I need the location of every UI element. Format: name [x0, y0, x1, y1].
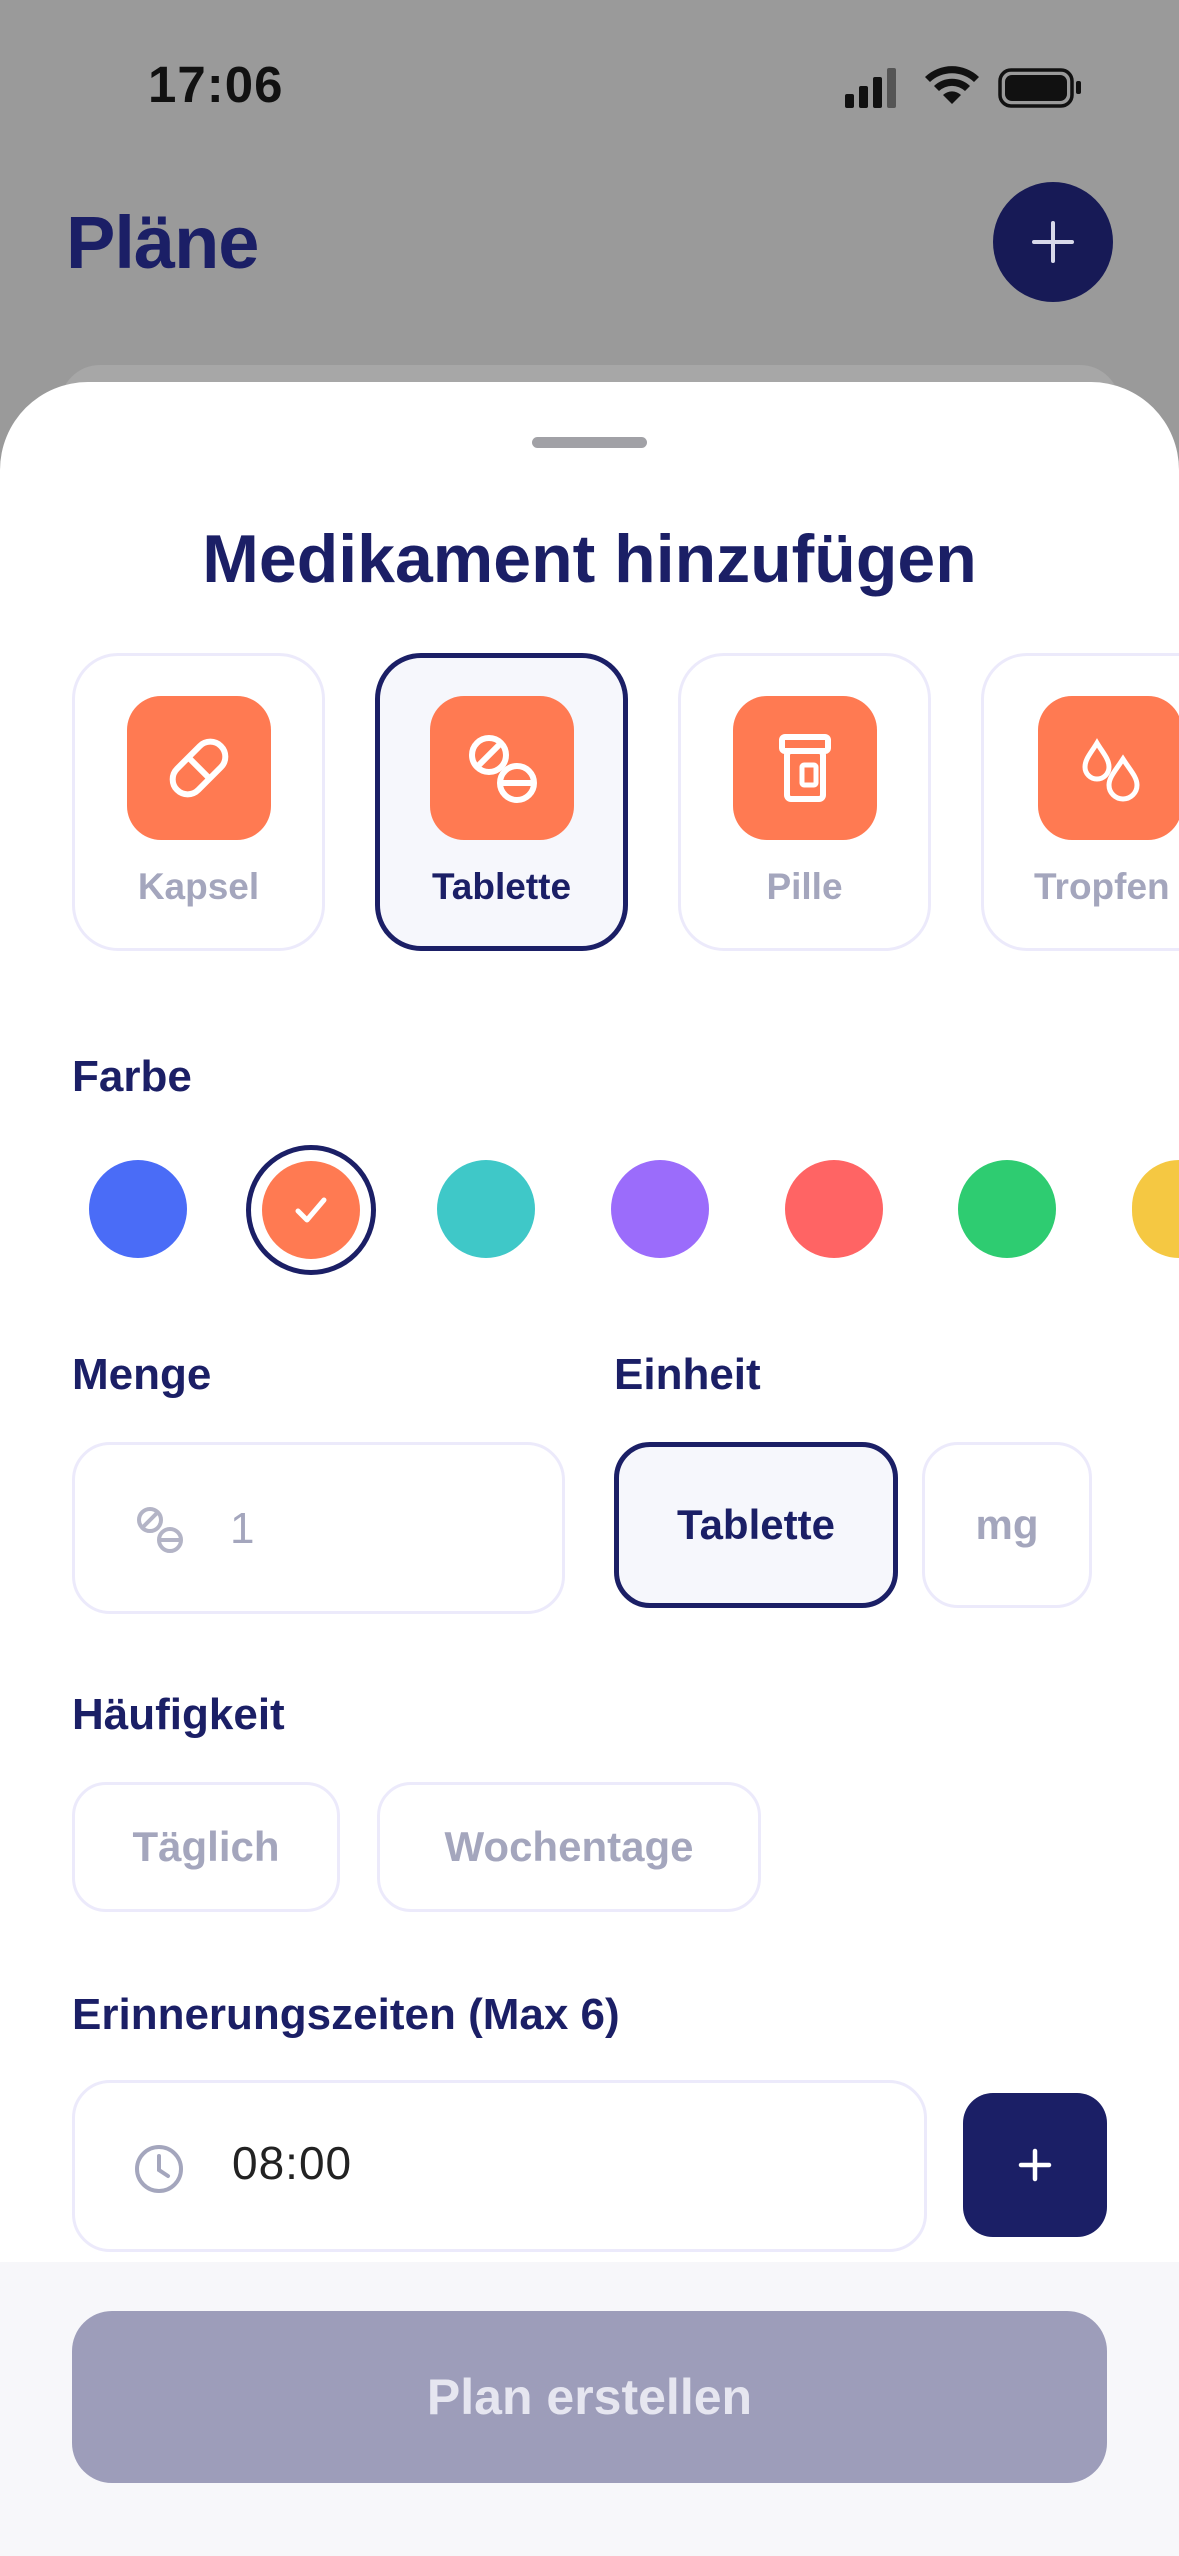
- color-swatch-purple[interactable]: [611, 1160, 709, 1258]
- color-swatch-red[interactable]: [785, 1160, 883, 1258]
- unit-label: Einheit: [614, 1350, 761, 1399]
- type-label: Pille: [766, 866, 843, 907]
- amount-label: Menge: [72, 1350, 212, 1399]
- color-swatch-blue[interactable]: [89, 1160, 187, 1258]
- add-plan-button[interactable]: [993, 182, 1113, 302]
- drops-icon: [1038, 696, 1179, 840]
- unit-button-tablette[interactable]: Tablette: [614, 1442, 898, 1608]
- unit-button-mg[interactable]: mg: [922, 1442, 1092, 1608]
- color-swatch-inner: [262, 1161, 360, 1259]
- type-card-tropfen[interactable]: Tropfen: [981, 653, 1179, 951]
- status-icons: [845, 64, 1085, 110]
- color-label: Farbe: [72, 1052, 192, 1101]
- type-label: Kapsel: [137, 866, 260, 907]
- signal-wifi-battery-icon: [845, 66, 1081, 108]
- add-reminder-button[interactable]: [963, 2093, 1107, 2237]
- reminder-time-field[interactable]: [72, 2080, 927, 2252]
- type-label: Tropfen: [1034, 866, 1170, 907]
- reminder-time-value: 08:00: [232, 2137, 353, 2189]
- type-label: Tablette: [431, 866, 572, 907]
- plus-icon: [1018, 2148, 1052, 2182]
- tablet-icon: [130, 1500, 190, 1560]
- capsule-icon: [126, 696, 271, 840]
- type-card-pille[interactable]: Pille: [678, 653, 931, 951]
- tablet-icon: [429, 696, 574, 840]
- pill-bottle-icon: [732, 696, 877, 840]
- reminder-label: Erinnerungszeiten (Max 6): [72, 1990, 620, 2039]
- sheet-title: Medikament hinzufügen: [202, 521, 977, 597]
- frequency-label: Häufigkeit: [72, 1690, 285, 1739]
- color-swatch-green[interactable]: [958, 1160, 1056, 1258]
- status-time: 17:06: [148, 56, 284, 113]
- amount-value: 1: [230, 1504, 255, 1553]
- plus-icon: [1032, 221, 1074, 263]
- color-swatch-teal[interactable]: [437, 1160, 535, 1258]
- page-title: Pläne: [66, 201, 259, 284]
- create-plan-button[interactable]: Plan erstellen: [72, 2311, 1107, 2483]
- type-card-tablette[interactable]: Tablette: [375, 653, 628, 951]
- frequency-button-wochentage[interactable]: Wochentage: [377, 1782, 761, 1912]
- type-card-kapsel[interactable]: Kapsel: [72, 653, 325, 951]
- checkmark-icon: [295, 1197, 327, 1223]
- frequency-button-taeglich[interactable]: Täglich: [72, 1782, 340, 1912]
- sheet-grabber[interactable]: [532, 437, 647, 448]
- color-swatch-orange-selected[interactable]: [246, 1145, 376, 1275]
- clock-icon: [130, 2140, 188, 2198]
